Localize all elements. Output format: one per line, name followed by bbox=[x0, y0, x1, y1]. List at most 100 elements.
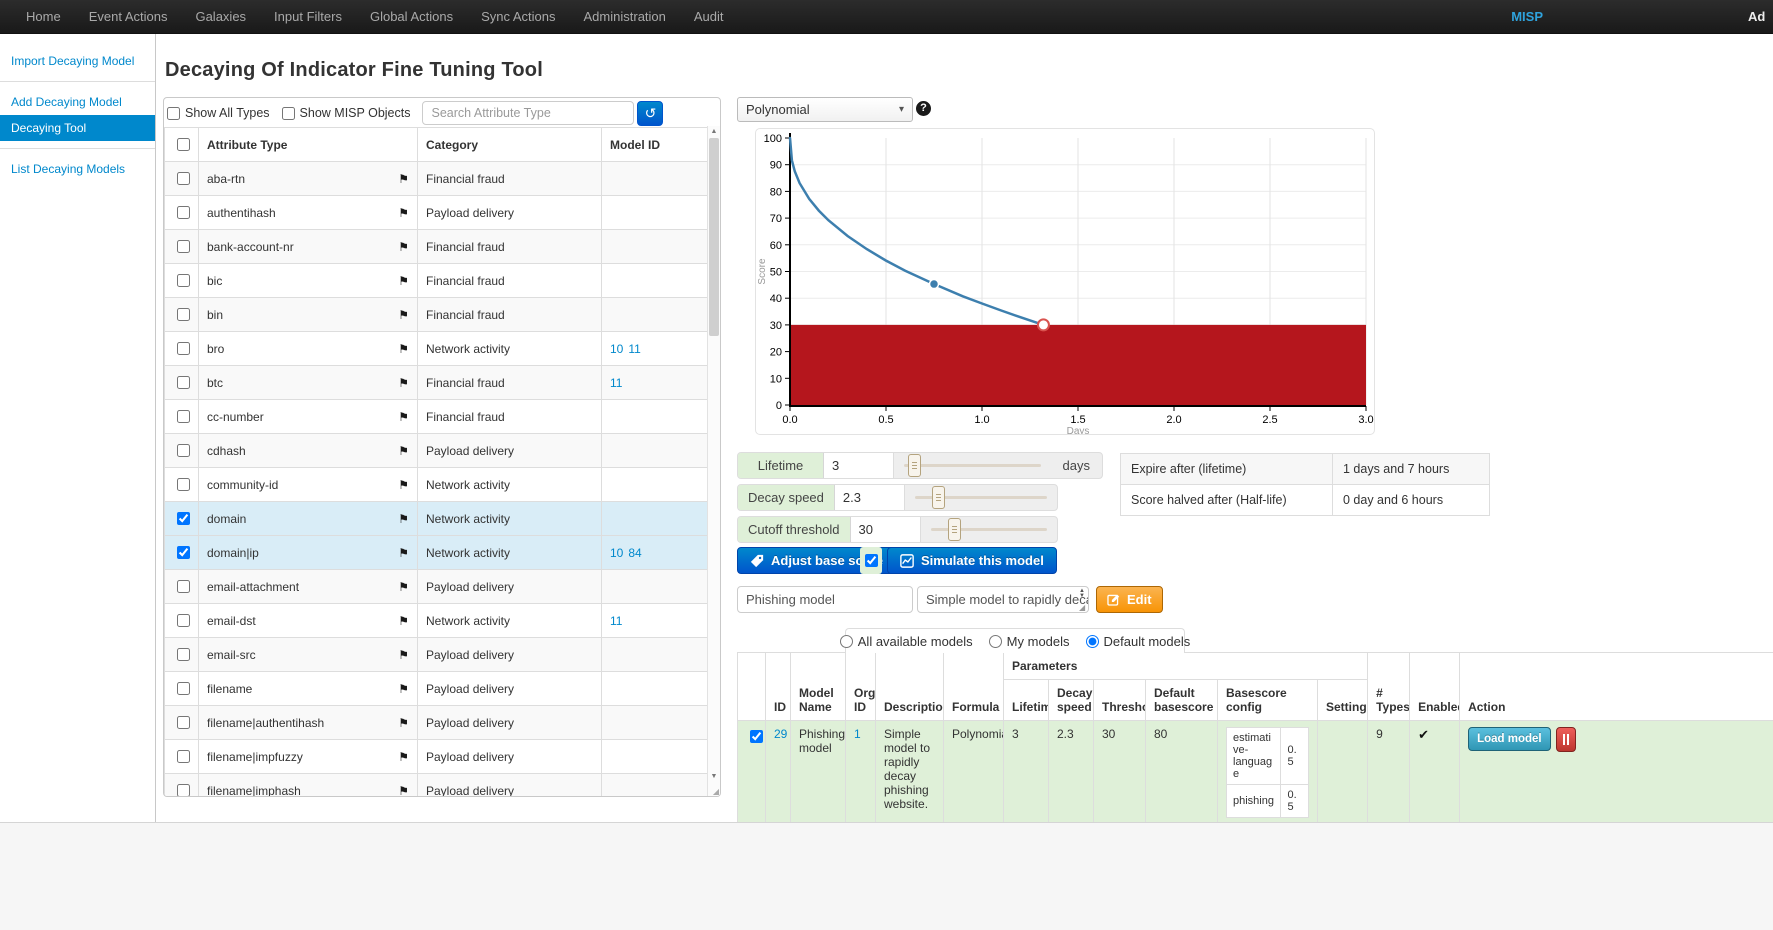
scrollbar-thumb[interactable] bbox=[709, 138, 719, 336]
col-settings: Settings bbox=[1318, 680, 1368, 721]
table-scrollbar[interactable]: ▲ ▼ ◢ bbox=[707, 126, 720, 796]
navbar-brand[interactable]: MISP bbox=[1511, 0, 1543, 33]
search-attribute-input[interactable] bbox=[422, 101, 634, 125]
select-all-checkbox[interactable] bbox=[177, 138, 190, 151]
refresh-button[interactable]: ↺ bbox=[637, 101, 663, 126]
model-id-link[interactable]: 11 bbox=[610, 614, 622, 628]
decay-speed-value-input[interactable] bbox=[835, 485, 905, 510]
radio-option-my-models[interactable]: My models bbox=[989, 634, 1070, 649]
scrollbar-down-icon[interactable]: ▼ bbox=[708, 773, 720, 780]
attribute-row-checkbox[interactable] bbox=[177, 648, 190, 661]
nav-item-global-actions[interactable]: Global Actions bbox=[356, 0, 467, 33]
category-label: Network activity bbox=[418, 468, 602, 502]
nav-item-administration[interactable]: Administration bbox=[570, 0, 680, 33]
radio-all-available-models[interactable] bbox=[840, 635, 853, 648]
model-id-link[interactable]: 10 bbox=[610, 546, 623, 560]
help-icon[interactable]: ? bbox=[916, 101, 931, 116]
model-row-checkbox[interactable] bbox=[750, 730, 763, 743]
sidebar-divider bbox=[0, 148, 155, 149]
category-label: Network activity bbox=[418, 502, 602, 536]
attribute-row-checkbox[interactable] bbox=[177, 308, 190, 321]
nav-item-event-actions[interactable]: Event Actions bbox=[75, 0, 182, 33]
threshold-intersection-marker[interactable] bbox=[1038, 319, 1049, 330]
lifetime-slider-thumb[interactable] bbox=[908, 454, 921, 477]
nav-item-audit[interactable]: Audit bbox=[680, 0, 738, 33]
attribute-row-checkbox[interactable] bbox=[177, 784, 190, 797]
flag-icon: ⚑ bbox=[398, 274, 409, 288]
radio-my-models[interactable] bbox=[989, 635, 1002, 648]
lifetime-value-input[interactable] bbox=[824, 453, 894, 478]
x-tick-label: 0.0 bbox=[782, 414, 797, 426]
model-id-link[interactable]: 11 bbox=[628, 342, 640, 356]
simulate-model-button[interactable]: Simulate this model bbox=[887, 547, 1057, 574]
sidebar-item-import-decaying-model[interactable]: Import Decaying Model bbox=[0, 48, 155, 74]
lifetime-slider-track[interactable] bbox=[904, 453, 1041, 478]
model-id-link[interactable]: 10 bbox=[610, 342, 623, 356]
radio-default-models[interactable] bbox=[1086, 635, 1099, 648]
attribute-row-checkbox[interactable] bbox=[177, 580, 190, 593]
sidebar-item-add-decaying-model[interactable]: Add Decaying Model bbox=[0, 89, 155, 115]
table-row: email-attachment⚑Payload delivery bbox=[165, 570, 709, 604]
formula-select[interactable]: Polynomial ▾ bbox=[737, 97, 913, 122]
model-name-input[interactable] bbox=[737, 586, 913, 613]
col-num-types: # Types bbox=[1368, 653, 1410, 721]
attribute-row-checkbox[interactable] bbox=[177, 716, 190, 729]
attribute-row-checkbox[interactable] bbox=[177, 240, 190, 253]
basescore-config-table: estimative-language0.5phishing0.5 bbox=[1226, 727, 1309, 818]
cutoff-threshold-slider-thumb[interactable] bbox=[948, 518, 961, 541]
info-label: Score halved after (Half-life) bbox=[1121, 485, 1333, 516]
attribute-row-checkbox[interactable] bbox=[177, 682, 190, 695]
flag-icon: ⚑ bbox=[398, 512, 409, 526]
attribute-row-checkbox[interactable] bbox=[177, 376, 190, 389]
sidebar-item-decaying-tool[interactable]: Decaying Tool bbox=[0, 115, 155, 141]
attribute-row-checkbox[interactable] bbox=[177, 750, 190, 763]
radio-option-default-models[interactable]: Default models bbox=[1086, 634, 1191, 649]
decay-speed-slider-thumb[interactable] bbox=[932, 486, 945, 509]
org-id-link[interactable]: 1 bbox=[854, 727, 861, 741]
navbar-user-label[interactable]: Ad bbox=[1748, 0, 1773, 33]
show-misp-objects-toggle[interactable]: Show MISP Objects bbox=[282, 106, 411, 120]
pause-icon bbox=[1567, 734, 1569, 745]
adjust-base-score-checkbox[interactable] bbox=[865, 554, 878, 567]
nav-item-galaxies[interactable]: Galaxies bbox=[181, 0, 260, 33]
show-misp-objects-checkbox[interactable] bbox=[282, 107, 295, 120]
pause-model-button[interactable] bbox=[1556, 727, 1576, 752]
nav-item-input-filters[interactable]: Input Filters bbox=[260, 0, 356, 33]
show-all-types-toggle[interactable]: Show All Types bbox=[167, 106, 270, 120]
attribute-row-checkbox[interactable] bbox=[177, 410, 190, 423]
textarea-spinner-icons[interactable]: ▲▼ bbox=[1077, 589, 1087, 599]
attribute-row-checkbox[interactable] bbox=[177, 444, 190, 457]
attribute-type-label: domain bbox=[207, 512, 246, 526]
resize-grip-icon[interactable]: ◢ bbox=[713, 787, 719, 796]
radio-option-all-available-models[interactable]: All available models bbox=[840, 634, 973, 649]
decay-speed-slider-track[interactable] bbox=[915, 485, 1047, 510]
cutoff-threshold-slider-track[interactable] bbox=[931, 517, 1047, 542]
curve-point-marker[interactable] bbox=[930, 280, 939, 289]
textarea-resize-grip-icon[interactable]: ◢ bbox=[1079, 603, 1085, 612]
nav-item-sync-actions[interactable]: Sync Actions bbox=[467, 0, 569, 33]
col-enabled: Enabled bbox=[1410, 653, 1460, 721]
attribute-row-checkbox[interactable] bbox=[177, 546, 190, 559]
model-id-link[interactable]: 29 bbox=[774, 727, 787, 741]
scrollbar-up-icon[interactable]: ▲ bbox=[708, 128, 720, 135]
cutoff-threshold-value-input[interactable] bbox=[851, 517, 921, 542]
sidebar-item-list-decaying-models[interactable]: List Decaying Models bbox=[0, 156, 155, 182]
attribute-row-checkbox[interactable] bbox=[177, 206, 190, 219]
load-model-button[interactable]: Load model bbox=[1468, 727, 1551, 751]
show-all-types-checkbox[interactable] bbox=[167, 107, 180, 120]
basescore-config-value: 0.5 bbox=[1281, 728, 1309, 785]
attribute-row-checkbox[interactable] bbox=[177, 512, 190, 525]
attribute-row-checkbox[interactable] bbox=[177, 342, 190, 355]
model-id-link[interactable]: 11 bbox=[610, 376, 622, 390]
model-id-link[interactable]: 84 bbox=[628, 546, 641, 560]
attribute-row-checkbox[interactable] bbox=[177, 478, 190, 491]
attribute-row-checkbox[interactable] bbox=[177, 172, 190, 185]
table-row: bic⚑Financial fraud bbox=[165, 264, 709, 298]
attribute-table-header: Attribute Type Category Model ID bbox=[165, 128, 709, 162]
edit-model-button[interactable]: Edit bbox=[1096, 586, 1163, 613]
model-description-textarea[interactable] bbox=[917, 586, 1089, 613]
table-row: email-src⚑Payload delivery bbox=[165, 638, 709, 672]
nav-item-home[interactable]: Home bbox=[12, 0, 75, 33]
attribute-row-checkbox[interactable] bbox=[177, 274, 190, 287]
attribute-row-checkbox[interactable] bbox=[177, 614, 190, 627]
